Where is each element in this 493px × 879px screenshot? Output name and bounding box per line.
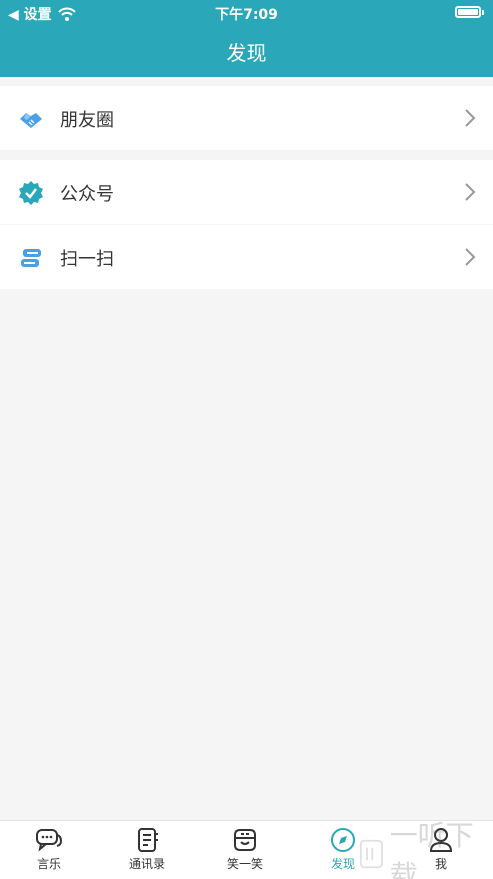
chevron-right-icon	[465, 109, 476, 127]
tab-smile[interactable]: 笑一笑	[196, 827, 294, 877]
top-bar: ◀ 设置 下午7:09 发现	[0, 0, 493, 77]
chevron-right-icon	[465, 248, 476, 266]
smile-box-icon	[234, 829, 256, 851]
handshake-icon	[20, 113, 42, 128]
watermark-logo-icon	[359, 839, 383, 869]
list-item-scan[interactable]: 扫一扫	[0, 225, 493, 289]
tab-label: 言乐	[36, 857, 61, 871]
tab-label: 通讯录	[128, 857, 165, 871]
tab-contacts[interactable]: 通讯录	[98, 827, 196, 877]
contacts-book-icon	[138, 828, 158, 852]
list-item-label: 扫一扫	[60, 249, 114, 270]
watermark-text: 一听下载	[389, 819, 474, 879]
tab-label: 笑一笑	[226, 857, 263, 871]
page-title: 发现	[226, 41, 267, 65]
status-bar: ◀ 设置 下午7:09	[0, 0, 493, 26]
scan-icon	[21, 249, 41, 267]
battery-icon	[455, 6, 484, 18]
verified-badge-icon	[19, 181, 43, 205]
watermark: 一听下载	[359, 819, 489, 879]
chat-bubbles-icon	[36, 829, 63, 852]
list-item-label: 公众号	[60, 184, 114, 205]
list-item-moments[interactable]: 朋友圈	[0, 86, 493, 150]
status-time: 下午7:09	[215, 7, 278, 23]
chevron-right-icon	[465, 183, 476, 201]
list-item-official-accounts[interactable]: 公众号	[0, 160, 493, 224]
list-item-label: 朋友圈	[60, 110, 114, 131]
compass-icon	[331, 828, 355, 852]
tab-yanle[interactable]: 言乐	[0, 827, 98, 877]
